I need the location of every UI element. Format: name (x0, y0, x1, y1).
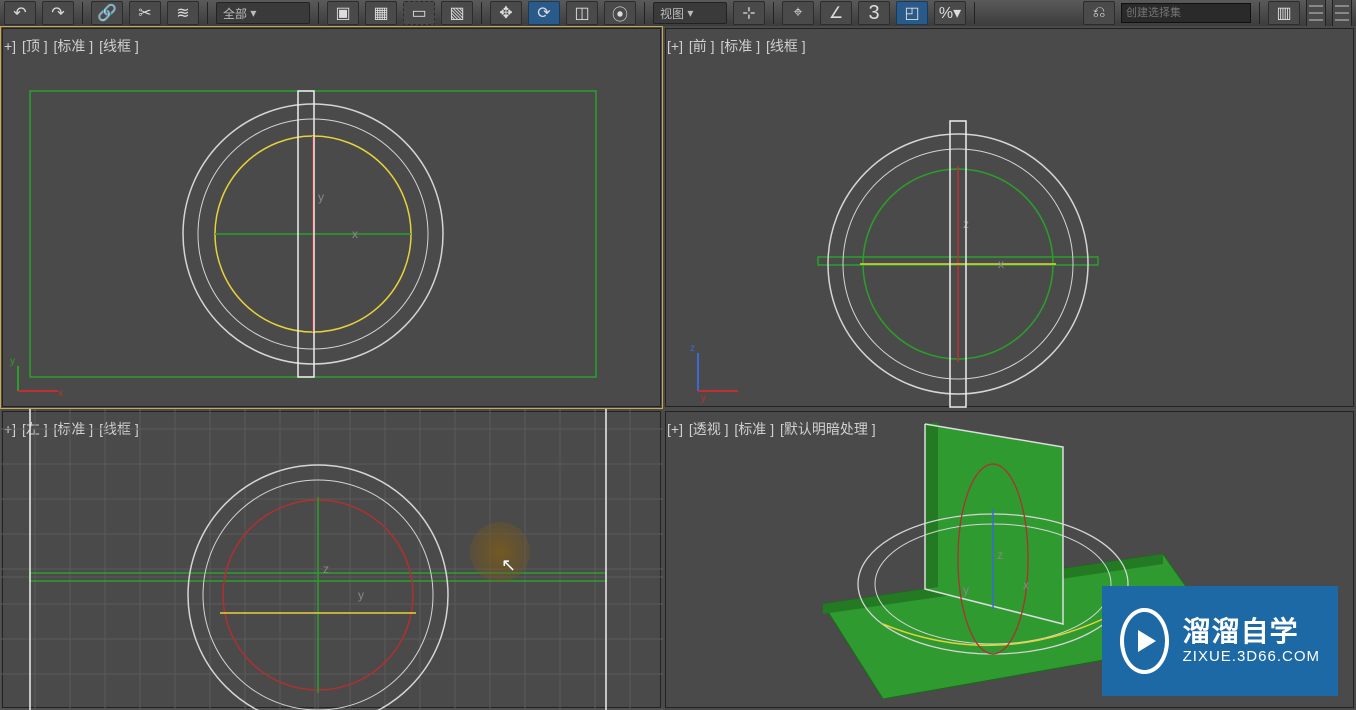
toolbar-separator (318, 2, 319, 24)
layers-icon[interactable]: ≋ (167, 1, 199, 25)
rotate-icon[interactable]: ⟳ (528, 1, 560, 25)
selection-filter-dropdown[interactable]: 全部 ▾ (216, 2, 310, 24)
toolbar-separator (82, 2, 83, 24)
viewport-left[interactable]: +] [左 ] [标准 ] [线框 ] (0, 409, 663, 710)
toolbar-separator (773, 2, 774, 24)
svg-text:y: y (10, 356, 15, 367)
coord-system-dropdown[interactable]: 视图 ▾ (653, 2, 727, 24)
place-icon[interactable]: ⦿ (604, 1, 636, 25)
play-icon (1120, 608, 1169, 674)
redo-icon[interactable]: ↷ (42, 1, 74, 25)
command-panel-handle-2[interactable] (1332, 0, 1352, 27)
axis-y-label: y (318, 190, 324, 204)
toolbar-separator (1259, 2, 1260, 24)
watermark-title: 溜溜自学 (1183, 616, 1320, 648)
percent-snap-icon[interactable]: 3 (858, 1, 890, 25)
mirror-icon[interactable]: ▥ (1268, 1, 1300, 25)
viewport-top[interactable]: +] [顶 ] [标准 ] [线框 ] x y x y (0, 26, 663, 409)
percent-icon[interactable]: %▾ (934, 1, 966, 25)
toolbar-separator (481, 2, 482, 24)
svg-text:z: z (997, 548, 1003, 562)
named-sets-icon[interactable]: ⎌ (1083, 1, 1115, 25)
window-crossing-icon[interactable]: ▧ (441, 1, 473, 25)
angle-snap-icon[interactable]: ∠ (820, 1, 852, 25)
viewport-front[interactable]: [+] [前 ] [标准 ] [线框 ] x z z y (663, 26, 1356, 409)
svg-text:x: x (1023, 578, 1029, 592)
top-view-canvas: x y x y (0, 26, 663, 409)
main-toolbar: ↶ ↷ 🔗 ✂ ≋ 全部 ▾ ▣ ▦ ▭ ▧ ✥ ⟳ ◫ ⦿ 视图 ▾ ⊹ ⌖ … (0, 0, 1356, 27)
svg-text:y: y (701, 393, 706, 404)
svg-text:y: y (358, 588, 364, 602)
move-icon[interactable]: ✥ (490, 1, 522, 25)
select-icon[interactable]: ▣ (327, 1, 359, 25)
toolbar-separator (974, 2, 975, 24)
toolbar-separator (644, 2, 645, 24)
snap-toggle-icon[interactable]: ⌖ (782, 1, 814, 25)
watermark-logo: 溜溜自学 ZIXUE.3D66.COM (1102, 586, 1338, 696)
watermark-url: ZIXUE.3D66.COM (1183, 648, 1320, 665)
undo-icon[interactable]: ↶ (4, 1, 36, 25)
toolbar-separator (207, 2, 208, 24)
left-view-canvas: y z (0, 409, 663, 710)
link-icon[interactable]: 🔗 (91, 1, 123, 25)
svg-text:z: z (323, 562, 329, 576)
select-move-icon[interactable]: ▦ (365, 1, 397, 25)
scale-icon[interactable]: ◫ (566, 1, 598, 25)
svg-text:z: z (690, 343, 695, 354)
selection-set-input[interactable] (1121, 3, 1251, 23)
front-view-canvas: x z z y (663, 26, 1356, 409)
command-panel-handle[interactable] (1306, 0, 1326, 27)
axis-x-label: x (352, 227, 358, 241)
unlink-icon[interactable]: ✂ (129, 1, 161, 25)
svg-text:x: x (998, 257, 1004, 271)
svg-text:y: y (963, 583, 969, 597)
spinner-snap-icon[interactable]: ◰ (896, 1, 928, 25)
marquee-icon[interactable]: ▭ (403, 1, 435, 25)
svg-text:x: x (58, 388, 63, 399)
pivot-icon[interactable]: ⊹ (733, 1, 765, 25)
